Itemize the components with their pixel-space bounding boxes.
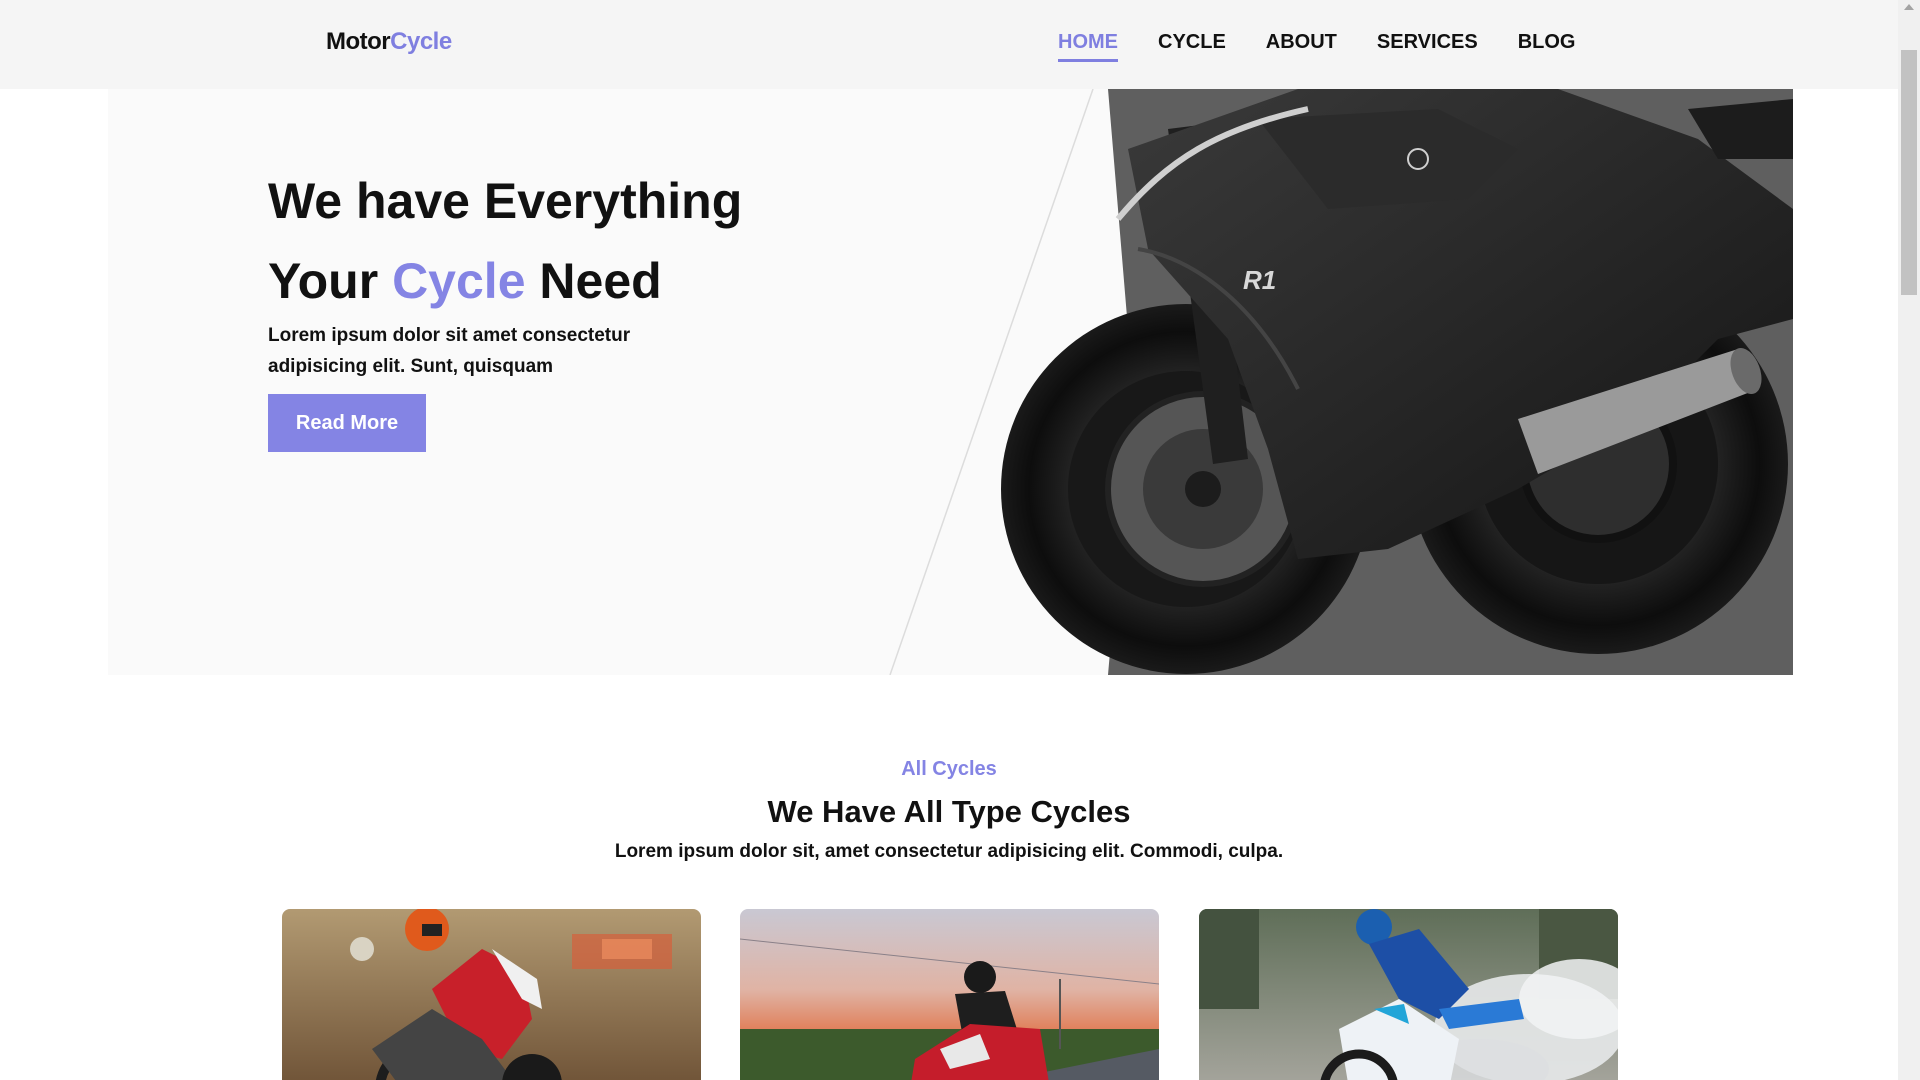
section-description: Lorem ipsum dolor sit, amet consectetur … <box>614 841 1284 862</box>
motocross-photo <box>282 909 701 1080</box>
cycle-card-motocross[interactable] <box>282 909 701 1080</box>
read-more-button[interactable]: Read More <box>268 394 426 452</box>
vertical-scrollbar[interactable] <box>1898 0 1920 1080</box>
nav-link-services[interactable]: SERVICES <box>1377 31 1478 62</box>
scroll-up-arrow-icon[interactable] <box>1904 4 1914 10</box>
main-nav: HOME CYCLE ABOUT SERVICES BLOG <box>1058 31 1615 62</box>
page: MotorCycle HOME CYCLE ABOUT SERVICES BLO… <box>0 0 1898 1080</box>
hero-description: Lorem ipsum dolor sit amet consectetur a… <box>268 325 631 377</box>
hero-title-line2-start: Your <box>268 253 393 309</box>
sportbike-sunset-photo <box>740 909 1159 1080</box>
site-header: MotorCycle HOME CYCLE ABOUT SERVICES BLO… <box>0 0 1898 89</box>
site-logo[interactable]: MotorCycle <box>326 28 452 56</box>
hero-title-line2-end: Need <box>525 253 662 309</box>
cycle-card-sportbike[interactable] <box>740 909 1159 1080</box>
hero-title-accent: Cycle <box>392 253 526 309</box>
logo-text-motor: Motor <box>326 28 391 55</box>
section-title: We Have All Type Cycles <box>767 794 1131 829</box>
logo-text-cycle: Cycle <box>390 28 452 55</box>
motorcycle-image: R1 <box>1001 89 1793 675</box>
bike-model-badge: R1 <box>1243 265 1276 295</box>
nav-link-home[interactable]: HOME <box>1058 31 1118 62</box>
scrollbar-thumb[interactable] <box>1901 50 1917 295</box>
nav-link-blog[interactable]: BLOG <box>1518 31 1576 62</box>
hero-title-line1: We have Everything <box>268 173 743 229</box>
nav-link-about[interactable]: ABOUT <box>1266 31 1337 62</box>
hero-section: We have Everything Your Cycle Need Lorem… <box>108 89 1793 675</box>
nav-link-cycle[interactable]: CYCLE <box>1158 31 1226 62</box>
cycle-card-dirtbike[interactable] <box>1199 909 1618 1080</box>
hero-title: We have Everything Your Cycle Need <box>268 161 742 321</box>
dirtbike-smoke-photo <box>1199 909 1618 1080</box>
section-tag: All Cycles <box>901 758 997 780</box>
